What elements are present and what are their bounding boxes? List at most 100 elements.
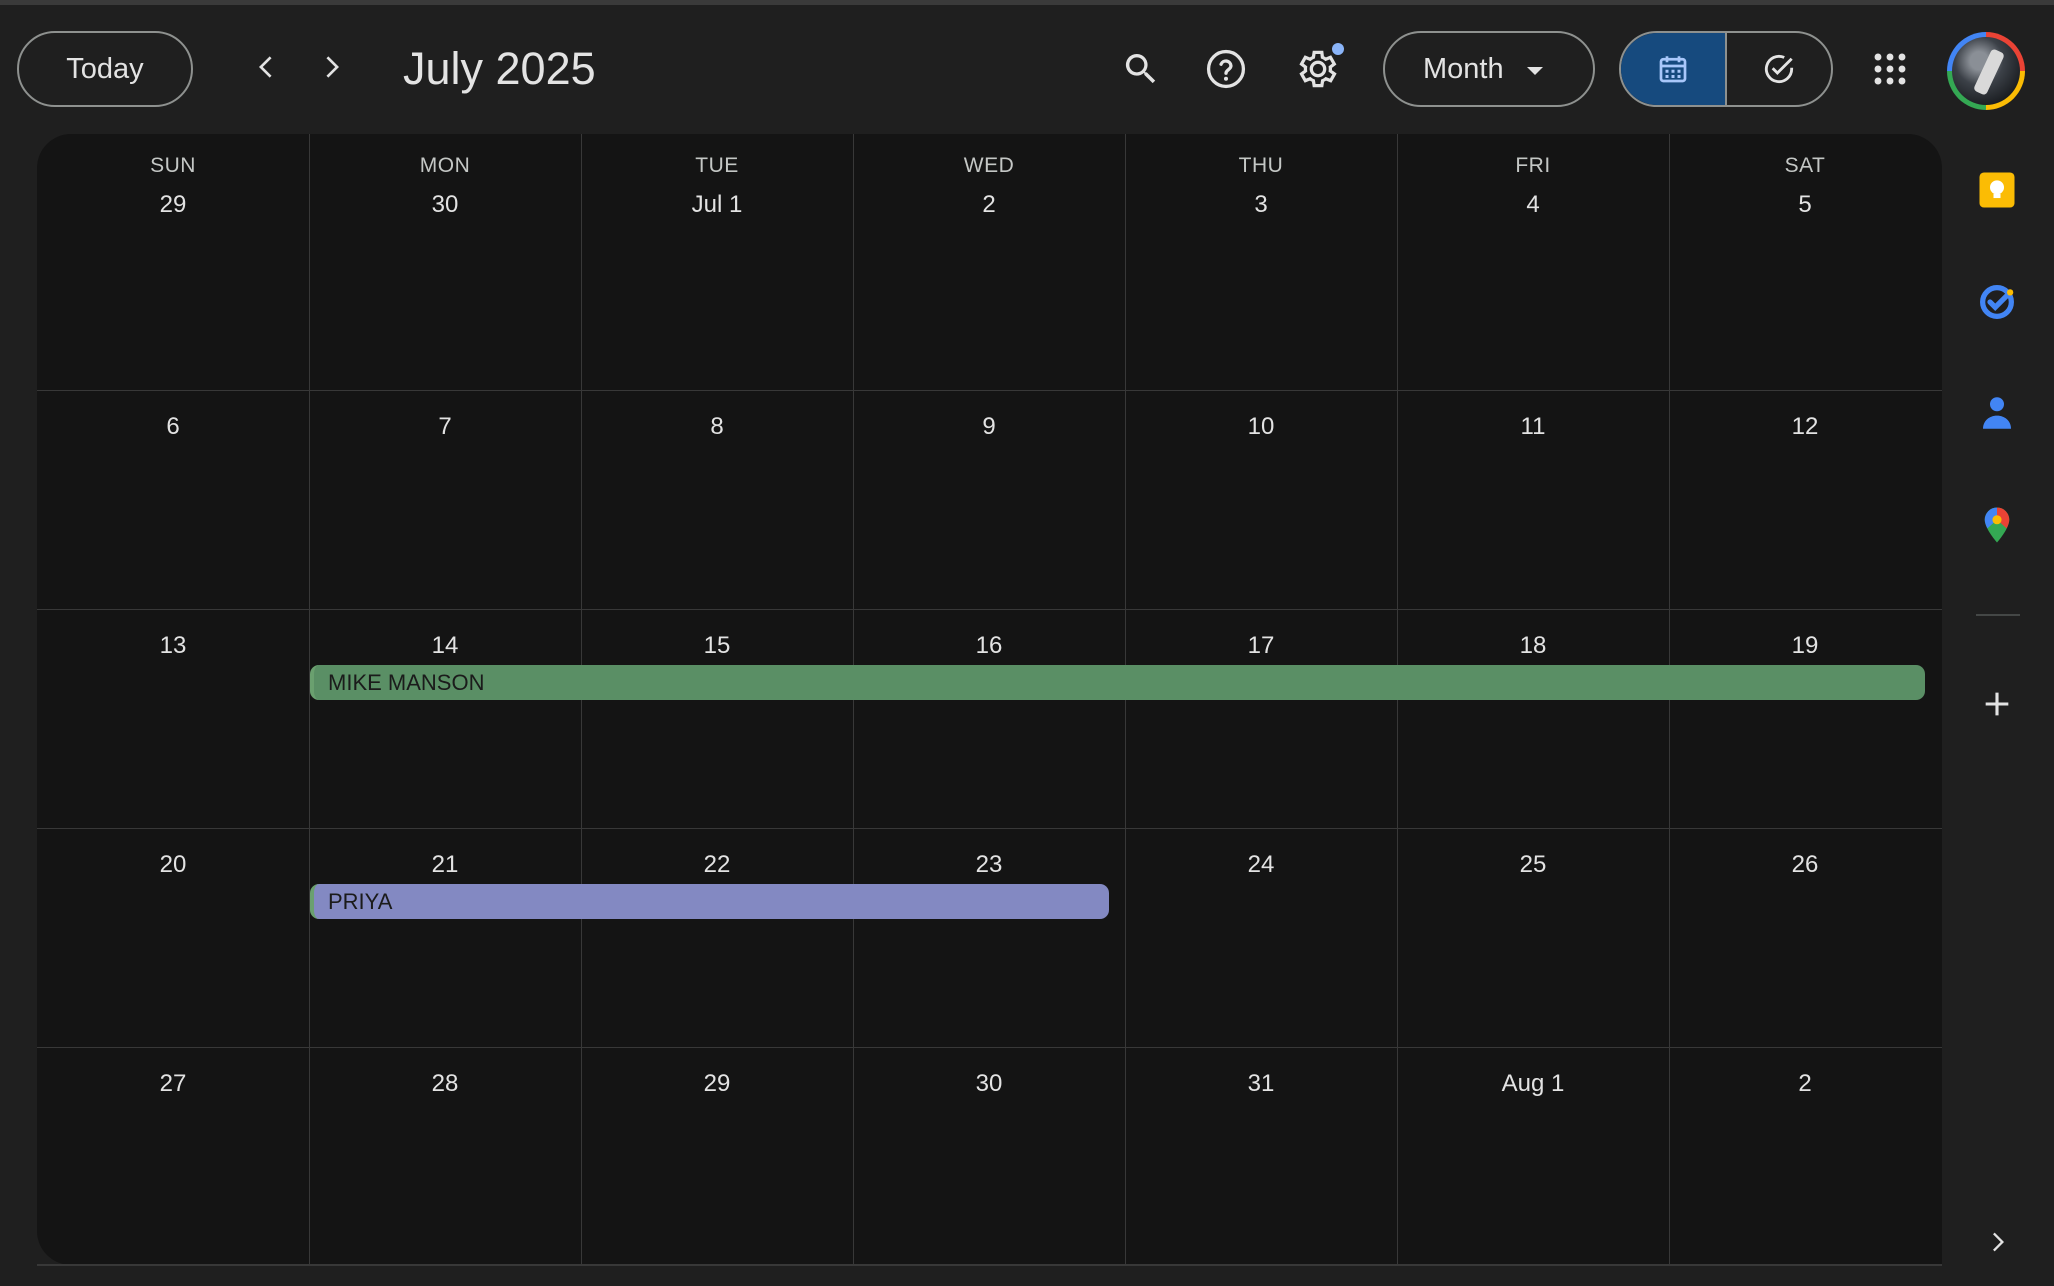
day-cell[interactable]: 23 [853, 828, 1125, 1047]
tasks-icon [1980, 285, 2014, 319]
day-number[interactable]: Aug 1 [1397, 1070, 1669, 1098]
day-cell[interactable]: FRI 4 [1397, 134, 1669, 390]
day-cell[interactable]: 30 [853, 1047, 1125, 1265]
help-button[interactable] [1194, 37, 1258, 101]
day-number[interactable]: 19 [1669, 632, 1941, 660]
day-number[interactable]: 2 [853, 191, 1125, 219]
day-cell[interactable]: WED 2 [853, 134, 1125, 390]
weekday-label: SAT [1784, 154, 1826, 177]
day-number[interactable]: 15 [581, 632, 853, 660]
day-cell[interactable]: 10 [1125, 390, 1397, 609]
day-cell[interactable]: TUE Jul 1 [581, 134, 853, 390]
view-selector[interactable]: Month [1383, 31, 1595, 107]
day-cell[interactable]: 26 [1669, 828, 1941, 1047]
account-avatar[interactable] [1947, 32, 2025, 110]
day-cell[interactable]: 18 [1397, 609, 1669, 828]
day-cell[interactable]: 20 [37, 828, 309, 1047]
settings-button[interactable] [1286, 37, 1350, 101]
calendar-view-toggle[interactable] [1621, 33, 1727, 105]
day-cell[interactable]: MON 30 [309, 134, 581, 390]
day-cell[interactable]: 12 [1669, 390, 1941, 609]
day-number[interactable]: 21 [309, 851, 581, 879]
day-number[interactable]: 13 [37, 632, 309, 660]
day-cell[interactable]: 22 [581, 828, 853, 1047]
next-month-button[interactable] [299, 35, 363, 99]
day-cell[interactable]: THU 3 [1125, 134, 1397, 390]
day-cell[interactable]: 24 [1125, 828, 1397, 1047]
day-number[interactable]: 2 [1669, 1070, 1941, 1098]
current-month-title: July 2025 [403, 43, 596, 94]
day-number[interactable]: 23 [853, 851, 1125, 879]
today-button[interactable]: Today [17, 31, 193, 107]
event-chip[interactable]: MIKE MANSON [310, 665, 1925, 700]
day-number[interactable]: 12 [1669, 413, 1941, 441]
day-cell[interactable]: 14 [309, 609, 581, 828]
search-button[interactable] [1109, 37, 1173, 101]
apps-button[interactable] [1858, 37, 1922, 101]
day-number[interactable]: 31 [1125, 1070, 1397, 1098]
day-cell[interactable]: 28 [309, 1047, 581, 1265]
day-cell[interactable]: 16 [853, 609, 1125, 828]
day-number[interactable]: Jul 1 [581, 191, 853, 219]
day-cell[interactable]: 27 [37, 1047, 309, 1265]
day-cell[interactable]: Aug 1 [1397, 1047, 1669, 1265]
day-cell[interactable]: 13 [37, 609, 309, 828]
previous-month-button[interactable] [235, 35, 299, 99]
day-number[interactable]: 30 [853, 1070, 1125, 1098]
day-number[interactable]: 30 [309, 191, 581, 219]
day-number[interactable]: 5 [1669, 191, 1941, 219]
day-cell[interactable]: 25 [1397, 828, 1669, 1047]
day-cell[interactable]: 6 [37, 390, 309, 609]
day-cell[interactable]: 31 [1125, 1047, 1397, 1265]
day-number[interactable]: 9 [853, 413, 1125, 441]
day-number[interactable]: 28 [309, 1070, 581, 1098]
day-number[interactable]: 18 [1397, 632, 1669, 660]
day-number[interactable]: 3 [1125, 191, 1397, 219]
day-cell[interactable]: 29 [581, 1047, 853, 1265]
day-cell[interactable]: 8 [581, 390, 853, 609]
maps-button[interactable] [1969, 497, 2025, 553]
day-cell[interactable]: SUN 29 [37, 134, 309, 390]
day-number[interactable]: 27 [37, 1070, 309, 1098]
month-grid: SUN 29 MON 30 TUE Jul 1 WED 2 THU 3 FRI 4 SAT 5 6 7 8 9 10… [37, 134, 1942, 1265]
day-cell[interactable]: 2 [1669, 1047, 1941, 1265]
day-number[interactable]: 7 [309, 413, 581, 441]
day-number[interactable]: 29 [581, 1070, 853, 1098]
day-number[interactable]: 24 [1125, 851, 1397, 879]
day-cell[interactable]: 19 [1669, 609, 1941, 828]
day-cell[interactable]: SAT 5 [1669, 134, 1941, 390]
day-number[interactable]: 16 [853, 632, 1125, 660]
contacts-button[interactable] [1969, 385, 2025, 441]
day-number[interactable]: 26 [1669, 851, 1941, 879]
tasks-button[interactable] [1969, 274, 2025, 330]
day-number[interactable]: 17 [1125, 632, 1397, 660]
day-number[interactable]: 11 [1397, 413, 1669, 441]
day-cell[interactable]: 21 [309, 828, 581, 1047]
day-cell[interactable]: 17 [1125, 609, 1397, 828]
day-number[interactable]: 22 [581, 851, 853, 879]
search-icon [1125, 54, 1156, 84]
day-number[interactable]: 6 [37, 413, 309, 441]
weekday-label: THU [1238, 154, 1284, 177]
check-circle-icon [1764, 54, 1794, 84]
expand-side-panel-button[interactable] [1969, 1214, 2025, 1270]
day-cell[interactable]: 7 [309, 390, 581, 609]
day-number[interactable]: 25 [1397, 851, 1669, 879]
day-number[interactable]: 10 [1125, 413, 1397, 441]
weekday-label: SUN [150, 154, 196, 177]
day-cell[interactable]: 9 [853, 390, 1125, 609]
day-number[interactable]: 8 [581, 413, 853, 441]
day-number[interactable]: 14 [309, 632, 581, 660]
add-icon [1985, 692, 2009, 716]
day-number[interactable]: 4 [1397, 191, 1669, 219]
day-cell[interactable]: 15 [581, 609, 853, 828]
day-cell[interactable]: 11 [1397, 390, 1669, 609]
tasks-view-toggle[interactable] [1727, 33, 1831, 105]
keep-button[interactable] [1969, 162, 2025, 218]
weekday-label: TUE [695, 154, 739, 177]
day-number[interactable]: 20 [37, 851, 309, 879]
add-addon-button[interactable] [1969, 676, 2025, 732]
event-chip[interactable]: PRIYA [310, 884, 1109, 919]
day-number[interactable]: 29 [37, 191, 309, 219]
side-panel-divider [1976, 614, 2020, 616]
